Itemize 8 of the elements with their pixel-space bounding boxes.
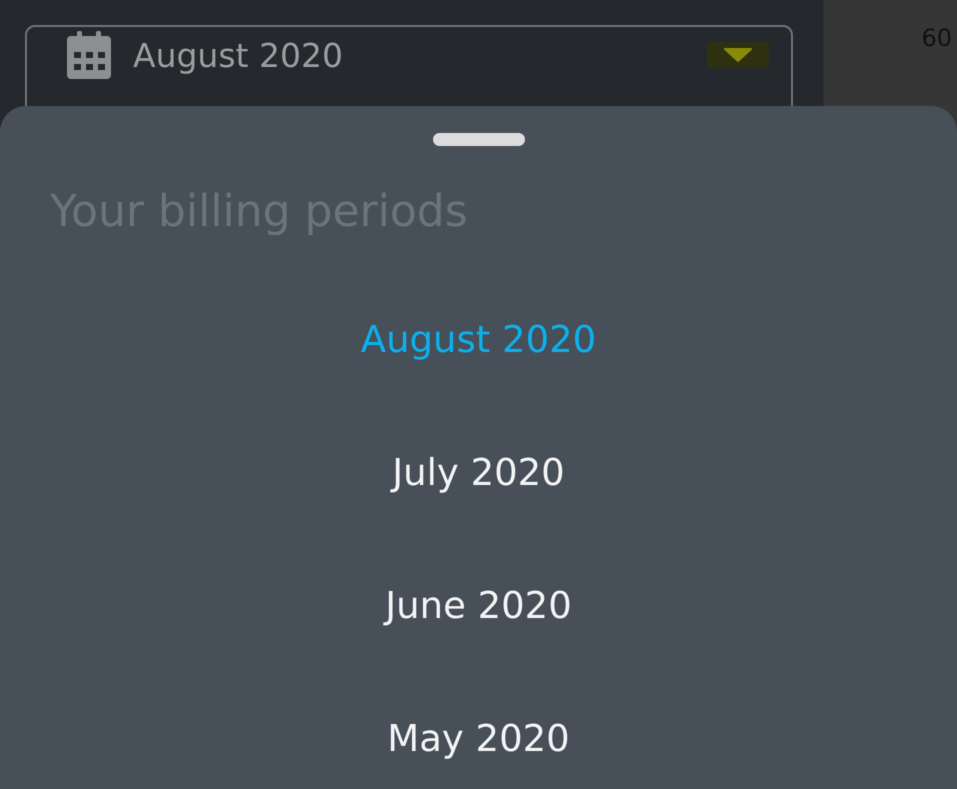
period-value: August 2020 bbox=[133, 36, 344, 74]
period-option[interactable]: June 2020 bbox=[375, 580, 582, 631]
drag-handle[interactable] bbox=[432, 133, 524, 146]
period-option[interactable]: July 2020 bbox=[382, 447, 575, 498]
dropdown-button[interactable] bbox=[707, 42, 769, 68]
period-option[interactable]: May 2020 bbox=[377, 713, 580, 764]
calendar-icon bbox=[67, 31, 111, 79]
caret-icon bbox=[724, 48, 752, 62]
